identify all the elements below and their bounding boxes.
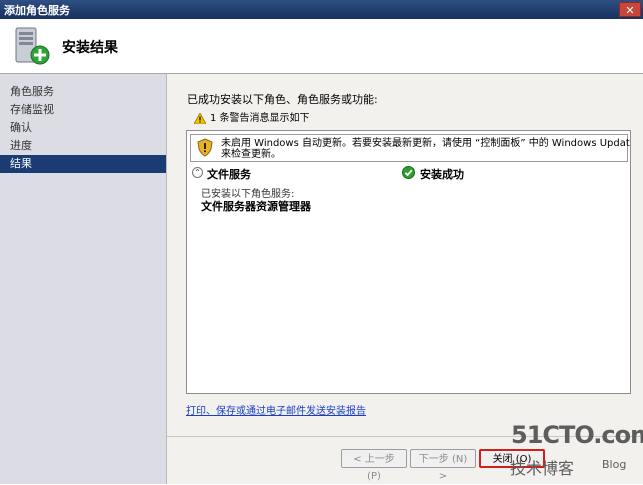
collapse-icon[interactable]: ⌃	[192, 167, 203, 178]
close-button[interactable]: 关闭 (O)	[479, 449, 545, 468]
window-close-button[interactable]: ✕	[619, 2, 641, 17]
server-install-icon	[15, 27, 50, 65]
previous-button[interactable]: < 上一步 (P)	[341, 449, 407, 482]
notice-line-1: 未启用 Windows 自动更新。若要安装最新更新，请使用 “控制面板” 中的 …	[221, 138, 631, 149]
footer-divider	[167, 436, 643, 437]
sidebar-item-progress[interactable]: 进度	[0, 137, 166, 155]
sidebar-item-confirmation[interactable]: 确认	[0, 119, 166, 137]
role-install-status: 安装成功	[420, 168, 464, 181]
window-title: 添加角色服务	[4, 4, 70, 17]
main-panel: 已成功安装以下角色、角色服务或功能: 1 条警告消息显示如下 未启用 Windo…	[167, 74, 643, 484]
warning-count: 1 条警告消息显示如下	[193, 109, 310, 124]
sidebar-item-label: 角色服务	[10, 85, 54, 98]
next-button[interactable]: 下一步 (N) >	[410, 449, 476, 482]
warning-icon	[193, 111, 207, 124]
warning-notice: 未启用 Windows 自动更新。若要安装最新更新，请使用 “控制面板” 中的 …	[190, 134, 631, 162]
page-header: 安装结果	[0, 19, 643, 74]
notice-line-2: 来检查更新。	[221, 149, 281, 160]
window-titlebar: 添加角色服务 ✕	[0, 0, 643, 19]
install-summary-text: 已成功安装以下角色、角色服务或功能:	[187, 93, 378, 106]
sidebar-item-label: 确认	[10, 121, 32, 134]
role-result-row: ⌃ 文件服务 安装成功	[190, 165, 626, 181]
page-title: 安装结果	[62, 40, 118, 56]
wizard-steps-sidebar: 角色服务 存储监视 确认 进度 结果	[0, 74, 167, 484]
sidebar-item-label: 进度	[10, 139, 32, 152]
success-check-icon	[402, 166, 415, 179]
shield-warning-icon	[197, 138, 213, 157]
notice-text: 未启用 Windows 自动更新。若要安装最新更新，请使用 “控制面板” 中的 …	[221, 138, 631, 160]
results-box[interactable]: 未启用 Windows 自动更新。若要安装最新更新，请使用 “控制面板” 中的 …	[186, 130, 631, 394]
install-report-link[interactable]: 打印、保存或通过电子邮件发送安装报告	[186, 402, 366, 417]
sidebar-item-label: 结果	[10, 157, 32, 170]
sidebar-item-storage-monitoring[interactable]: 存储监视	[0, 101, 166, 119]
warning-count-text: 1 条警告消息显示如下	[210, 113, 310, 124]
sidebar-item-label: 存储监视	[10, 103, 54, 116]
sidebar-item-role-services[interactable]: 角色服务	[0, 83, 166, 101]
installed-service-item: 文件服务器资源管理器	[201, 200, 311, 213]
sidebar-item-results[interactable]: 结果	[0, 155, 166, 173]
role-name: 文件服务	[207, 168, 251, 181]
